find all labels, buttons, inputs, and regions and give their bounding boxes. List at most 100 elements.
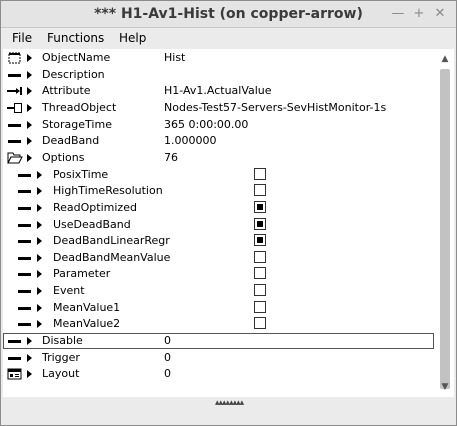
expand-arrow-icon[interactable]	[27, 104, 32, 112]
attribute-row-meanvalue2[interactable]: MeanValue2	[3, 316, 434, 332]
option-checkbox[interactable]	[254, 201, 266, 213]
option-checkbox[interactable]	[254, 184, 266, 196]
dash-icon	[7, 352, 23, 364]
expand-arrow-icon[interactable]	[37, 270, 42, 278]
dash-icon	[7, 119, 23, 131]
minimize-icon[interactable]: —	[390, 6, 406, 22]
scroll-down-icon[interactable]: ▼	[436, 379, 454, 395]
attribute-row-posixtime[interactable]: PosixTime	[3, 167, 434, 183]
expand-arrow-icon[interactable]	[27, 137, 32, 145]
attribute-row-deadband[interactable]: DeadBand 1.000000	[3, 133, 434, 149]
maximize-icon[interactable]: +	[411, 6, 427, 22]
attribute-value[interactable]: 0	[164, 334, 171, 347]
expand-arrow-icon[interactable]	[27, 354, 32, 362]
menu-help[interactable]: Help	[119, 31, 146, 45]
expand-arrow-icon[interactable]	[37, 171, 42, 179]
attribute-row-options[interactable]: Options 76	[3, 150, 434, 166]
window-title: *** H1-Av1-Hist (on copper-arrow)	[94, 6, 363, 22]
attribute-name: HighTimeResolution	[53, 184, 163, 197]
option-checkbox[interactable]	[254, 267, 266, 279]
option-checkbox[interactable]	[254, 168, 266, 180]
close-icon[interactable]: ✕	[432, 6, 448, 22]
expand-arrow-icon[interactable]	[27, 71, 32, 79]
scroll-thumb[interactable]	[440, 69, 450, 389]
dash-icon	[17, 219, 33, 231]
folder-open-icon	[7, 152, 23, 164]
attribute-name: Description	[42, 68, 105, 81]
title-bar[interactable]: *** H1-Av1-Hist (on copper-arrow) — + ✕	[1, 1, 456, 28]
expand-arrow-icon[interactable]	[27, 337, 32, 345]
attribute-row-storagetime[interactable]: StorageTime 365 0:00:00.00	[3, 117, 434, 133]
resize-grip-icon[interactable]: ▴▴▴▴▴▴▴▴	[215, 398, 244, 408]
attribute-name: PosixTime	[53, 168, 109, 181]
attribute-value[interactable]: H1-Av1.ActualValue	[164, 84, 272, 97]
expand-arrow-icon[interactable]	[37, 187, 42, 195]
attribute-name: ThreadObject	[42, 101, 117, 114]
attribute-row-meanvalue1[interactable]: MeanValue1	[3, 300, 434, 316]
option-checkbox[interactable]	[254, 284, 266, 296]
attribute-row-threadobject[interactable]: ThreadObject Nodes-Test57-Servers-SevHist…	[3, 100, 434, 116]
attribute-name: ReadOptimized	[53, 201, 137, 214]
attribute-name: Trigger	[42, 351, 80, 364]
expand-arrow-icon[interactable]	[37, 304, 42, 312]
expand-arrow-icon[interactable]	[37, 237, 42, 245]
expand-arrow-icon[interactable]	[37, 254, 42, 262]
attribute-name: Parameter	[53, 267, 111, 280]
attribute-name: MeanValue2	[53, 317, 121, 330]
expand-arrow-icon[interactable]	[27, 87, 32, 95]
expand-arrow-icon[interactable]	[27, 154, 32, 162]
attribute-row-objectname[interactable]: ObjectName Hist	[3, 50, 434, 66]
attribute-value[interactable]: 1.000000	[164, 134, 217, 147]
attribute-value[interactable]: 0	[164, 351, 171, 364]
attribute-value[interactable]: Nodes-Test57-Servers-SevHistMonitor-1s	[164, 101, 386, 114]
attribute-row-hightimeresolution[interactable]: HighTimeResolution	[3, 183, 434, 199]
attribute-row-disable[interactable]: Disable 0	[3, 333, 434, 349]
expand-arrow-icon[interactable]	[27, 121, 32, 129]
attribute-row-parameter[interactable]: Parameter	[3, 266, 434, 282]
attribute-name: UseDeadBand	[53, 218, 131, 231]
attribute-row-deadbandmeanvalue[interactable]: DeadBandMeanValue	[3, 250, 434, 266]
vertical-scrollbar[interactable]: ▲ ▼	[436, 49, 454, 397]
attribute-name: StorageTime	[42, 118, 112, 131]
expand-arrow-icon[interactable]	[37, 221, 42, 229]
dash-icon	[17, 285, 33, 297]
expand-arrow-icon[interactable]	[37, 287, 42, 295]
attribute-value[interactable]: 0	[164, 367, 171, 380]
option-checkbox[interactable]	[254, 301, 266, 313]
attribute-row-deadbandlinearregr[interactable]: DeadBandLinearRegr	[3, 233, 434, 249]
attribute-value[interactable]: 76	[164, 151, 178, 164]
menu-bar: File Functions Help	[1, 28, 456, 48]
expand-arrow-icon[interactable]	[37, 204, 42, 212]
attrref-icon	[7, 85, 23, 97]
attribute-value[interactable]: Hist	[164, 51, 185, 64]
status-area: ▴▴▴▴▴▴▴▴	[1, 398, 456, 425]
dash-icon	[17, 202, 33, 214]
option-checkbox[interactable]	[254, 218, 266, 230]
expand-arrow-icon[interactable]	[37, 320, 42, 328]
attribute-value[interactable]: 365 0:00:00.00	[164, 118, 248, 131]
attribute-row-trigger[interactable]: Trigger 0	[3, 350, 434, 366]
expand-arrow-icon[interactable]	[27, 54, 32, 62]
dash-icon	[17, 318, 33, 330]
scroll-up-icon[interactable]: ▲	[436, 51, 454, 67]
attribute-row-event[interactable]: Event	[3, 283, 434, 299]
dash-icon	[17, 185, 33, 197]
attribute-row-description[interactable]: Description	[3, 67, 434, 83]
menu-functions[interactable]: Functions	[47, 31, 104, 45]
option-checkbox[interactable]	[254, 234, 266, 246]
attribute-name: Attribute	[42, 84, 91, 97]
option-checkbox[interactable]	[254, 251, 266, 263]
dash-icon	[17, 252, 33, 264]
attribute-name: DeadBandMeanValue	[53, 251, 171, 264]
menu-file[interactable]: File	[12, 31, 32, 45]
attribute-row-layout[interactable]: Layout 0	[3, 366, 434, 382]
attribute-row-readoptimized[interactable]: ReadOptimized	[3, 200, 434, 216]
dash-icon	[17, 268, 33, 280]
option-checkbox[interactable]	[254, 317, 266, 329]
attribute-row-usedeadband[interactable]: UseDeadBand	[3, 217, 434, 233]
expand-arrow-icon[interactable]	[27, 370, 32, 378]
attribute-name: Disable	[42, 334, 83, 347]
attribute-row-attribute[interactable]: Attribute H1-Av1.ActualValue	[3, 83, 434, 99]
attribute-name: MeanValue1	[53, 301, 121, 314]
dash-icon	[17, 235, 33, 247]
